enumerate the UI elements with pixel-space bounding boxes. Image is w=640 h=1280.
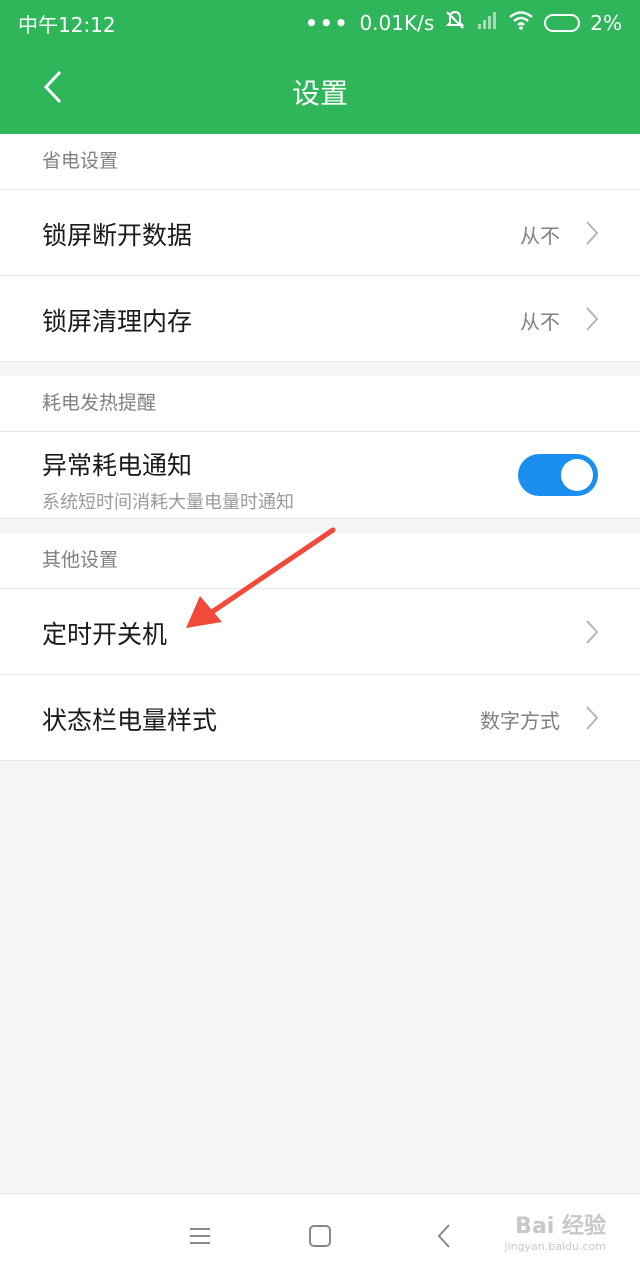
setting-lock-clean-memory[interactable]: 锁屏清理内存 从不 xyxy=(0,276,640,361)
watermark-url: jingyan.baidu.com xyxy=(504,1240,606,1253)
section-other-settings: 其他设置 定时开关机 状态栏电量样式 数字方式 xyxy=(0,533,640,761)
back-nav-button[interactable] xyxy=(424,1218,464,1258)
status-bar: 中午12:12 ••• 0.01K/s 2% xyxy=(0,0,640,44)
screen: 中午12:12 ••• 0.01K/s 2% 设置 省电设置 锁屏断开数据 从不… xyxy=(0,0,640,1280)
setting-label: 异常耗电通知 xyxy=(42,451,193,480)
setting-label: 锁屏断开数据 xyxy=(42,221,193,250)
wifi-icon xyxy=(508,10,534,35)
notification-dots: ••• xyxy=(305,10,350,35)
setting-description: 系统短时间消耗大量电量时通知 xyxy=(42,492,294,513)
navigation-bar: Bai 经验 jingyan.baidu.com xyxy=(0,1193,640,1280)
watermark-text: Bai 经验 xyxy=(515,1214,606,1239)
signal-icon xyxy=(476,10,498,35)
home-button[interactable] xyxy=(300,1218,340,1258)
section-header: 耗电发热提醒 xyxy=(0,376,640,432)
chevron-right-icon xyxy=(582,703,602,733)
setting-label: 状态栏电量样式 xyxy=(42,706,218,735)
setting-label: 定时开关机 xyxy=(42,620,168,649)
abnormal-power-toggle[interactable] xyxy=(518,454,598,496)
setting-statusbar-battery-style[interactable]: 状态栏电量样式 数字方式 xyxy=(0,675,640,760)
page-title: 设置 xyxy=(291,77,348,110)
setting-value: 数字方式 xyxy=(480,709,560,733)
mute-bell-icon xyxy=(444,9,466,36)
setting-label: 锁屏清理内存 xyxy=(42,307,193,336)
home-square-icon xyxy=(308,1224,332,1252)
section-header: 省电设置 xyxy=(0,134,640,190)
chevron-right-icon xyxy=(582,617,602,647)
network-speed: 0.01K/s xyxy=(359,10,435,35)
setting-abnormal-power-notify[interactable]: 异常耗电通知 系统短时间消耗大量电量时通知 xyxy=(0,432,640,518)
toggle-knob xyxy=(561,459,593,491)
section-power-saving: 省电设置 锁屏断开数据 从不 锁屏清理内存 从不 xyxy=(0,134,640,362)
status-time: 中午12:12 xyxy=(18,13,116,37)
battery-icon xyxy=(544,13,581,32)
settings-list: 省电设置 锁屏断开数据 从不 锁屏清理内存 从不 耗电发热提醒 异常耗电通知 系… xyxy=(0,134,640,775)
setting-lock-disconnect-data[interactable]: 锁屏断开数据 从不 xyxy=(0,190,640,276)
chevron-right-icon xyxy=(582,218,602,248)
back-triangle-icon xyxy=(436,1223,452,1253)
menu-button[interactable] xyxy=(180,1218,220,1258)
chevron-right-icon xyxy=(582,304,602,334)
baidu-watermark: Bai 经验 jingyan.baidu.com xyxy=(504,1208,606,1253)
setting-scheduled-power[interactable]: 定时开关机 xyxy=(0,589,640,675)
setting-value: 从不 xyxy=(520,310,560,334)
status-right: ••• 0.01K/s 2% xyxy=(305,9,622,36)
menu-icon xyxy=(189,1226,211,1250)
section-power-heat-alert: 耗电发热提醒 异常耗电通知 系统短时间消耗大量电量时通知 xyxy=(0,376,640,519)
setting-value: 从不 xyxy=(520,224,560,248)
section-header: 其他设置 xyxy=(0,533,640,589)
title-bar: 设置 xyxy=(0,44,640,134)
battery-percent: 2% xyxy=(590,10,622,35)
